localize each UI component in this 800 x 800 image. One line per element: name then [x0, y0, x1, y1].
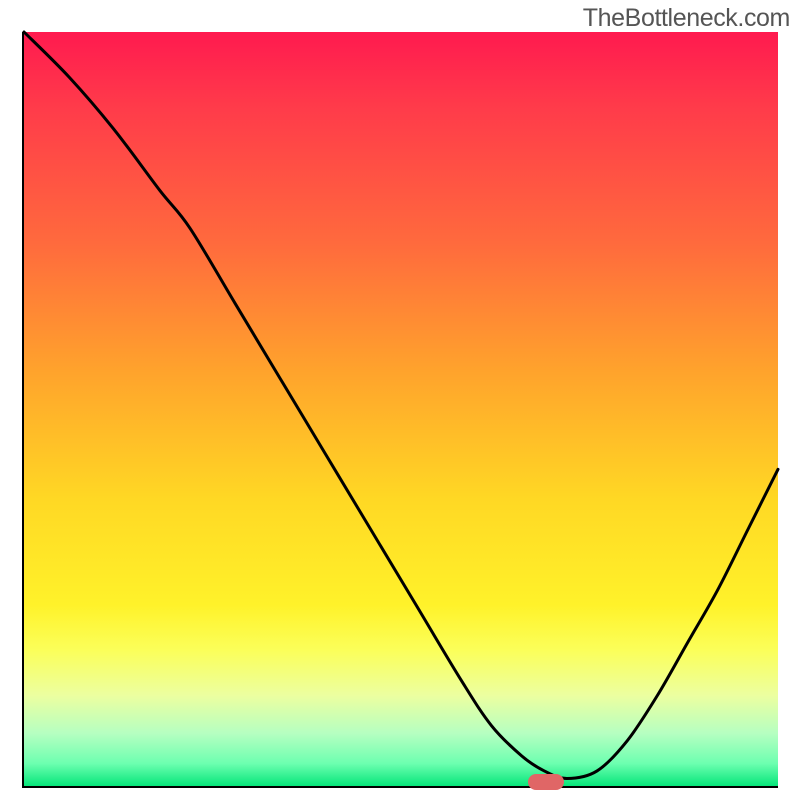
watermark-text: TheBottleneck.com	[583, 4, 790, 33]
curve-svg	[24, 32, 778, 786]
minimum-marker	[528, 774, 564, 790]
plot-area	[22, 32, 778, 788]
curve-path	[24, 32, 778, 778]
